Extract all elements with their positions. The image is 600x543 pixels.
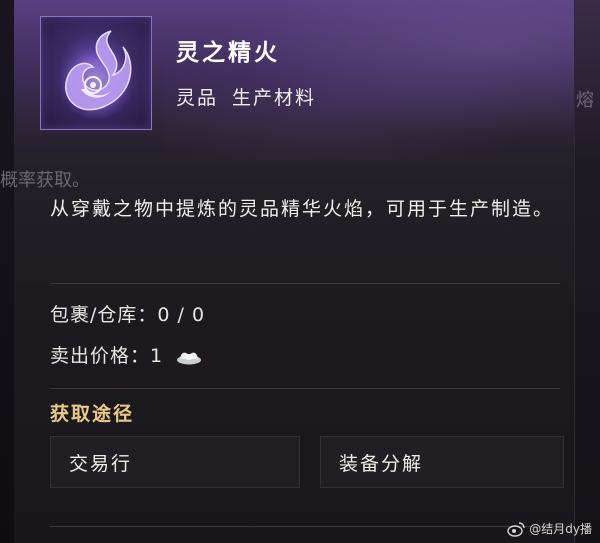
divider — [50, 526, 560, 527]
watermark: @结月dy播 — [507, 520, 592, 537]
source-decompose-button[interactable]: 装备分解 — [320, 436, 564, 488]
background-text-fragment-right: 熔 — [576, 90, 594, 111]
item-tooltip-panel: 灵之精火 灵品 生产材料 从穿戴之物中提炼的灵品精华火焰，可用于生产制造。 包裹/… — [14, 0, 575, 543]
watermark-text: @结月dy播 — [529, 522, 592, 536]
divider — [50, 388, 560, 389]
item-description: 从穿戴之物中提炼的灵品精华火焰，可用于生产制造。 — [50, 198, 555, 220]
item-icon-frame — [40, 16, 152, 130]
item-type: 灵品 生产材料 — [176, 83, 330, 110]
price-row: 卖出价格：1 — [50, 341, 202, 368]
price-label: 卖出价格： — [50, 345, 151, 367]
stock-value: 0 / 0 — [157, 304, 206, 326]
silver-ingot-icon — [177, 352, 202, 364]
weibo-logo-icon — [507, 521, 525, 537]
header-decoration — [164, 0, 574, 160]
price-value: 1 — [150, 345, 164, 367]
stock-row: 包裹/仓库：0 / 0 — [50, 300, 205, 327]
source-trade-button[interactable]: 交易行 — [50, 436, 300, 488]
item-name: 灵之精火 — [176, 40, 280, 66]
background-text-fragment: 概率获取。 — [0, 170, 90, 191]
purple-spirit-flame-icon — [56, 30, 136, 119]
sources-title: 获取途径 — [50, 403, 135, 425]
divider — [50, 283, 560, 284]
item-quality: 灵品 — [176, 87, 219, 109]
stock-label: 包裹/仓库： — [50, 304, 158, 326]
item-category: 生产材料 — [232, 87, 317, 109]
